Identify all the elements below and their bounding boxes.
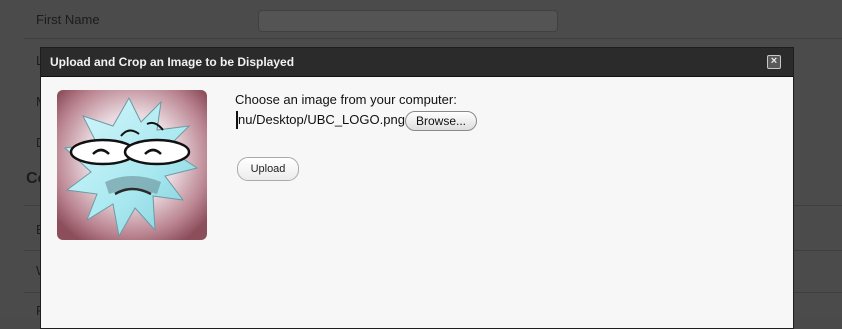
file-path-text: nu/Desktop/UBC_LOGO.png [238, 112, 405, 127]
first-name-label: First Name [36, 12, 100, 27]
dialog-titlebar[interactable]: Upload and Crop an Image to be Displayed… [41, 48, 793, 77]
divider [24, 38, 842, 39]
avatar-image [57, 90, 207, 240]
dialog-title: Upload and Crop an Image to be Displayed [50, 55, 295, 69]
browse-button[interactable]: Browse... [405, 111, 477, 131]
upload-crop-dialog: Upload and Crop an Image to be Displayed… [40, 47, 794, 329]
file-prompt-label: Choose an image from your computer: [235, 92, 457, 107]
close-icon: × [770, 55, 778, 67]
file-path-field[interactable]: nu/Desktop/UBC_LOGO.png [236, 111, 406, 129]
close-button[interactable]: × [767, 55, 781, 69]
image-preview [57, 90, 207, 240]
first-name-input[interactable] [258, 10, 558, 32]
upload-button[interactable]: Upload [237, 157, 299, 181]
